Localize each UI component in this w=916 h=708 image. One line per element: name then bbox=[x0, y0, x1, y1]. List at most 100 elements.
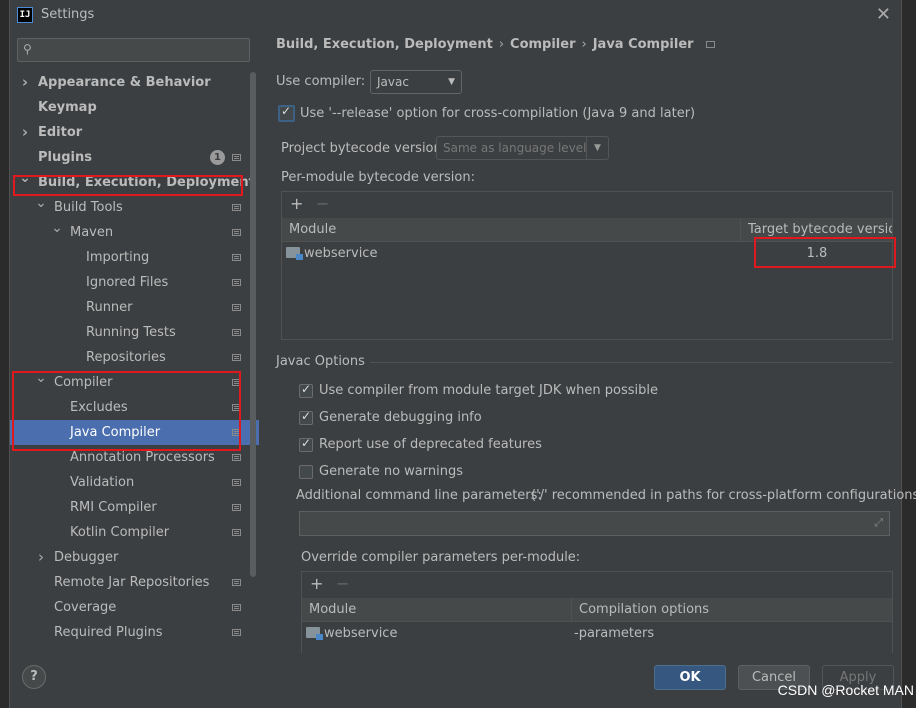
sidebar-item-compiler[interactable]: ⌄ Compiler bbox=[10, 370, 259, 395]
sidebar-item-label: Repositories bbox=[86, 350, 166, 365]
sidebar-item-label: RMI Compiler bbox=[70, 500, 157, 515]
compilation-options-cell[interactable]: -parameters bbox=[574, 623, 654, 645]
breadcrumb-item: Java Compiler bbox=[592, 37, 694, 52]
release-option-checkbox[interactable] bbox=[278, 104, 295, 122]
page-icon bbox=[232, 429, 241, 436]
table-header: Module Target bytecode version bbox=[282, 218, 892, 242]
settings-sidebar: ⚲ › Appearance & Behavior Keymap › Editor Plu… bbox=[10, 29, 259, 653]
sidebar-item-label: Maven bbox=[70, 225, 114, 240]
breadcrumb: Build, Execution, Deployment › Compiler › Ja… bbox=[276, 37, 715, 52]
sidebar-item-running-tests[interactable]: Running Tests bbox=[10, 320, 259, 345]
settings-tree: › Appearance & Behavior Keymap › Editor Plugi… bbox=[10, 70, 259, 645]
breadcrumb-item[interactable]: Compiler bbox=[510, 37, 575, 52]
page-icon bbox=[232, 454, 241, 461]
option-checkbox-target-jdk[interactable] bbox=[299, 382, 313, 398]
remove-icon[interactable]: − bbox=[316, 194, 329, 213]
expand-icon[interactable]: ⤢ bbox=[874, 516, 883, 530]
sidebar-item-keymap[interactable]: Keymap bbox=[10, 95, 259, 120]
sidebar-item-validation[interactable]: Validation bbox=[10, 470, 259, 495]
column-header-target[interactable]: Target bytecode version bbox=[740, 218, 892, 242]
chevron-down-icon[interactable]: ⌄ bbox=[51, 216, 63, 241]
project-bytecode-dropdown[interactable]: Same as language level ▼ bbox=[436, 136, 609, 160]
column-header-module[interactable]: Module bbox=[282, 218, 740, 242]
sidebar-item-label: Build, Execution, Deployment bbox=[38, 175, 255, 190]
sidebar-item-label: Excludes bbox=[70, 400, 128, 415]
chevron-down-icon[interactable]: ⌄ bbox=[35, 191, 47, 216]
sidebar-item-label: Runner bbox=[86, 300, 133, 315]
page-icon bbox=[232, 604, 241, 611]
chevron-right-icon[interactable]: › bbox=[19, 120, 31, 145]
bytecode-table: + − Module Target bytecode version webse… bbox=[281, 191, 893, 340]
breadcrumb-item[interactable]: Build, Execution, Deployment bbox=[276, 37, 493, 52]
target-cell[interactable]: 1.8 bbox=[748, 243, 886, 265]
sidebar-item-runner[interactable]: Runner bbox=[10, 295, 259, 320]
sidebar-item-build-execution-deployment[interactable]: ⌄ Build, Execution, Deployment bbox=[10, 170, 259, 195]
sidebar-item-remote-jar-repositories[interactable]: Remote Jar Repositories bbox=[10, 570, 259, 595]
chevron-right-icon[interactable]: › bbox=[35, 545, 47, 570]
chevron-right-icon[interactable]: › bbox=[19, 70, 31, 95]
sidebar-scrollbar[interactable] bbox=[250, 72, 256, 577]
use-compiler-value: Javac bbox=[377, 75, 409, 89]
sidebar-item-label: Running Tests bbox=[86, 325, 176, 340]
add-icon[interactable]: + bbox=[290, 194, 303, 213]
chevron-down-icon[interactable]: ⌄ bbox=[19, 166, 31, 191]
option-label: Use compiler from module target JDK when… bbox=[319, 383, 658, 398]
update-count-badge: 1 bbox=[210, 150, 225, 165]
sidebar-item-java-compiler[interactable]: Java Compiler bbox=[10, 420, 259, 445]
sidebar-item-plugins[interactable]: Plugins 1 bbox=[10, 145, 259, 170]
chevron-down-icon[interactable]: ⌄ bbox=[35, 366, 47, 391]
sidebar-item-annotation-processors[interactable]: Annotation Processors bbox=[10, 445, 259, 470]
page-icon bbox=[232, 204, 241, 211]
sidebar-item-kotlin-compiler[interactable]: Kotlin Compiler bbox=[10, 520, 259, 545]
sidebar-item-required-plugins[interactable]: Required Plugins bbox=[10, 620, 259, 645]
page-icon bbox=[232, 404, 241, 411]
release-option-label: Use '--release' option for cross-compila… bbox=[300, 106, 696, 121]
sidebar-item-label: Debugger bbox=[54, 550, 119, 565]
chevron-down-icon: ▼ bbox=[448, 77, 455, 87]
sidebar-item-coverage[interactable]: Coverage bbox=[10, 595, 259, 620]
column-header-module[interactable]: Module bbox=[302, 598, 571, 622]
sidebar-item-label: Annotation Processors bbox=[70, 450, 215, 465]
page-icon bbox=[232, 254, 241, 261]
sidebar-item-label: Keymap bbox=[38, 100, 97, 115]
override-table: + − Module Compilation options webservic… bbox=[301, 571, 893, 653]
per-module-label: Per-module bytecode version: bbox=[281, 170, 475, 185]
sidebar-item-label: Appearance & Behavior bbox=[38, 75, 211, 90]
table-header: Module Compilation options bbox=[302, 598, 892, 622]
sidebar-item-label: Plugins bbox=[38, 150, 92, 165]
module-folder-icon bbox=[286, 247, 303, 260]
column-header-compilation-options[interactable]: Compilation options bbox=[571, 598, 892, 622]
editor-edge-left bbox=[0, 0, 9, 708]
dialog-footer: ? OK Cancel Apply bbox=[10, 653, 901, 708]
page-icon bbox=[232, 279, 241, 286]
option-checkbox-no-warnings[interactable] bbox=[299, 465, 313, 479]
page-icon bbox=[232, 479, 241, 486]
option-checkbox-debug-info[interactable] bbox=[299, 409, 313, 425]
sidebar-item-debugger[interactable]: › Debugger bbox=[10, 545, 259, 570]
sidebar-item-label: Kotlin Compiler bbox=[70, 525, 170, 540]
search-input[interactable]: ⚲ bbox=[17, 38, 250, 62]
remove-icon[interactable]: − bbox=[336, 574, 349, 593]
use-compiler-dropdown[interactable]: Javac ▼ bbox=[370, 70, 462, 94]
sidebar-item-build-tools[interactable]: ⌄ Build Tools bbox=[10, 195, 259, 220]
intellij-logo-icon: IJ bbox=[17, 6, 33, 23]
help-button[interactable]: ? bbox=[22, 665, 46, 689]
close-icon[interactable]: ✕ bbox=[876, 4, 891, 25]
page-icon bbox=[232, 154, 241, 161]
sidebar-item-maven[interactable]: ⌄ Maven bbox=[10, 220, 259, 245]
sidebar-item-editor[interactable]: › Editor bbox=[10, 120, 259, 145]
sidebar-item-label: Build Tools bbox=[54, 200, 123, 215]
sidebar-item-excludes[interactable]: Excludes bbox=[10, 395, 259, 420]
override-label: Override compiler parameters per-module: bbox=[301, 550, 581, 565]
sidebar-item-rmi-compiler[interactable]: RMI Compiler bbox=[10, 495, 259, 520]
sidebar-item-ignored-files[interactable]: Ignored Files bbox=[10, 270, 259, 295]
sidebar-item-importing[interactable]: Importing bbox=[10, 245, 259, 270]
additional-params-input[interactable]: ⤢ bbox=[299, 511, 890, 536]
add-icon[interactable]: + bbox=[310, 574, 323, 593]
ok-button[interactable]: OK bbox=[654, 665, 726, 690]
sidebar-item-label: Editor bbox=[38, 125, 83, 140]
sidebar-item-repositories[interactable]: Repositories bbox=[10, 345, 259, 370]
sidebar-item-label: Remote Jar Repositories bbox=[54, 575, 210, 590]
option-checkbox-deprecated[interactable] bbox=[299, 436, 313, 452]
sidebar-item-appearance-behavior[interactable]: › Appearance & Behavior bbox=[10, 70, 259, 95]
